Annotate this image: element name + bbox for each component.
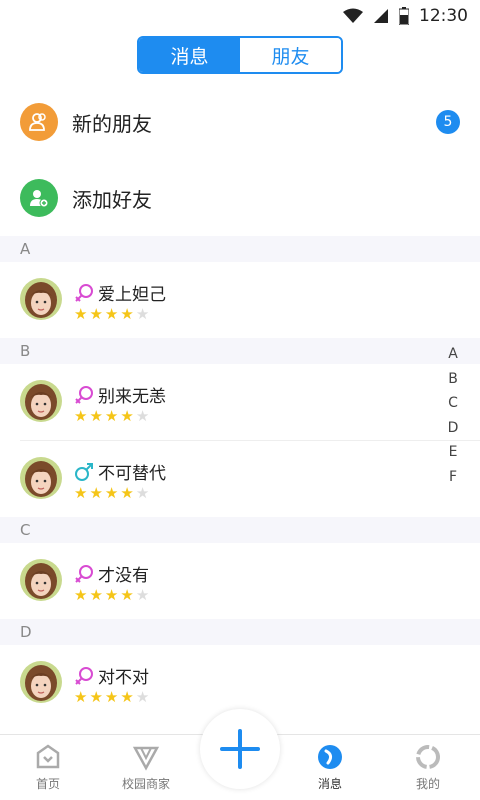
- star-icon: ★: [89, 305, 103, 323]
- star-icon: ★: [104, 586, 119, 604]
- index-letter-a[interactable]: A: [448, 342, 458, 367]
- star-icon: ★: [120, 484, 134, 502]
- profile-icon: [416, 745, 440, 769]
- section-header-d: D: [0, 619, 480, 645]
- star-icon: ★: [74, 305, 88, 323]
- star-icon: ★: [74, 407, 88, 425]
- star-icon: ★: [89, 407, 103, 425]
- star-rating: ★ ★ ★ ★ ★: [74, 485, 149, 501]
- avatar: [20, 559, 62, 601]
- new-friends-badge: 5: [436, 110, 460, 134]
- star-icon: ★: [89, 484, 103, 502]
- plus-icon: [220, 729, 260, 769]
- male-icon: [75, 462, 93, 481]
- star-rating: ★ ★ ★ ★ ★: [74, 306, 149, 322]
- female-icon: [75, 564, 93, 583]
- star-rating: ★ ★ ★ ★ ★: [74, 689, 149, 705]
- star-icon: ★: [120, 688, 134, 706]
- add-friend-row[interactable]: 添加好友: [0, 160, 480, 236]
- friends-icon: [20, 103, 58, 141]
- wifi-icon: [343, 8, 363, 23]
- nav-campus-shop-label: 校园商家: [121, 777, 170, 791]
- add-friend-icon: [20, 179, 58, 217]
- tab-friends[interactable]: 朋友: [240, 38, 341, 72]
- contact-row[interactable]: 爱上妲己 ★ ★ ★ ★ ★: [0, 262, 480, 338]
- nav-profile-label: 我的: [415, 777, 440, 791]
- signal-icon: [374, 9, 388, 23]
- star-icon: ★: [135, 305, 150, 323]
- nav-home-label: 首页: [35, 777, 60, 791]
- bottom-nav: 首页 校园商家 消息 我的: [0, 709, 480, 800]
- contact-row[interactable]: 才没有 ★ ★ ★ ★ ★: [0, 543, 480, 619]
- avatar: [20, 278, 62, 320]
- index-letter-b[interactable]: B: [448, 367, 458, 392]
- nav-home[interactable]: 首页: [8, 743, 88, 792]
- contact-name: 爱上妲己: [98, 285, 166, 305]
- star-icon: ★: [120, 586, 134, 604]
- star-icon: ★: [89, 688, 103, 706]
- nav-messages[interactable]: 消息: [290, 743, 370, 792]
- female-icon: [75, 283, 93, 302]
- star-icon: ★: [74, 688, 88, 706]
- contact-name: 才没有: [98, 566, 149, 586]
- add-button[interactable]: [200, 709, 280, 789]
- star-icon: ★: [104, 305, 119, 323]
- star-rating: ★ ★ ★ ★ ★: [74, 408, 149, 424]
- star-icon: ★: [104, 407, 119, 425]
- avatar: [20, 380, 62, 422]
- alphabet-index[interactable]: A B C D E F: [446, 342, 460, 489]
- tab-messages[interactable]: 消息: [139, 38, 240, 72]
- section-header-c: C: [0, 517, 480, 543]
- index-letter-c[interactable]: C: [448, 391, 458, 416]
- nav-campus-shop[interactable]: 校园商家: [106, 743, 186, 792]
- star-icon: ★: [135, 688, 150, 706]
- nav-messages-label: 消息: [317, 777, 342, 791]
- contact-name: 别来无恙: [98, 387, 166, 407]
- contact-name: 对不对: [98, 668, 149, 688]
- star-icon: ★: [135, 586, 150, 604]
- message-icon: [318, 745, 342, 769]
- female-icon: [75, 666, 93, 685]
- battery-icon: [399, 7, 409, 25]
- section-header-b: B: [0, 338, 480, 364]
- star-icon: ★: [120, 305, 134, 323]
- star-icon: ★: [104, 688, 119, 706]
- new-friends-label: 新的朋友: [72, 111, 152, 136]
- star-icon: ★: [120, 407, 134, 425]
- status-time: 12:30: [419, 6, 468, 26]
- avatar: [20, 661, 62, 703]
- avatar: [20, 457, 62, 499]
- contact-name: 不可替代: [98, 464, 166, 484]
- star-icon: ★: [74, 586, 88, 604]
- index-letter-e[interactable]: E: [449, 440, 458, 465]
- star-icon: ★: [135, 484, 150, 502]
- index-letter-d[interactable]: D: [448, 416, 459, 441]
- nav-profile[interactable]: 我的: [388, 743, 468, 792]
- new-friends-row[interactable]: 新的朋友 5: [0, 84, 480, 160]
- star-icon: ★: [89, 586, 103, 604]
- contact-row[interactable]: 不可替代 ★ ★ ★ ★ ★: [0, 441, 480, 517]
- campus-shop-icon: [132, 746, 160, 771]
- section-header-a: A: [0, 236, 480, 262]
- star-icon: ★: [104, 484, 119, 502]
- index-letter-f[interactable]: F: [449, 465, 457, 490]
- contact-row[interactable]: 别来无恙 ★ ★ ★ ★ ★: [0, 364, 480, 440]
- star-icon: ★: [74, 484, 88, 502]
- star-rating: ★ ★ ★ ★ ★: [74, 587, 149, 603]
- segmented-tabs: 消息 朋友: [137, 36, 343, 74]
- female-icon: [75, 385, 93, 404]
- add-friend-label: 添加好友: [72, 187, 152, 212]
- status-bar: 12:30: [0, 0, 480, 34]
- star-icon: ★: [135, 407, 150, 425]
- home-icon: [36, 744, 60, 769]
